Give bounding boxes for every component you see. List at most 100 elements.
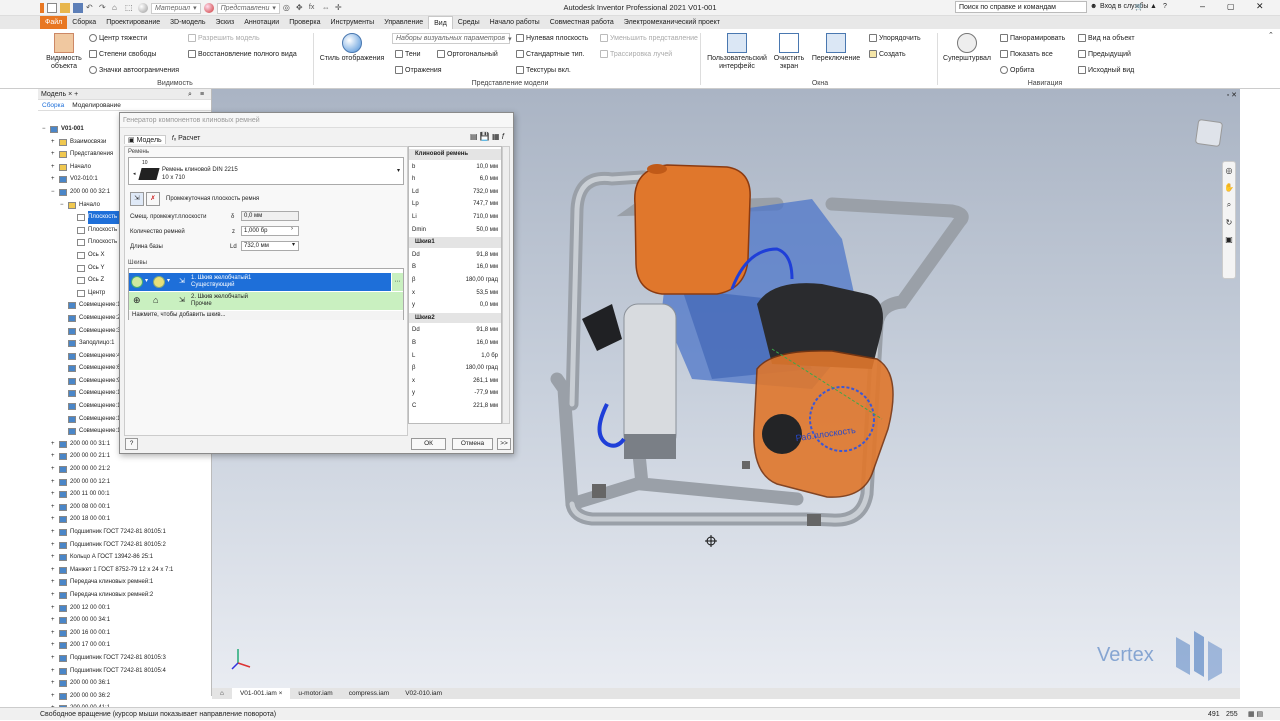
arrange-button[interactable]: Упорядочить — [869, 34, 921, 42]
expand-icon[interactable] — [60, 378, 66, 384]
expand-icon[interactable]: + — [51, 139, 57, 145]
cancel-button[interactable]: Отмена — [452, 438, 493, 450]
new-window-button[interactable]: Создать — [869, 50, 906, 58]
expand-icon[interactable] — [60, 365, 66, 371]
expand-icon[interactable] — [60, 340, 66, 346]
expand-icon[interactable]: + — [51, 630, 57, 636]
expand-icon[interactable]: − — [51, 189, 57, 195]
tree-node[interactable]: + Передача клиновых ремней:2 — [38, 589, 212, 602]
allow-model-button[interactable]: Разрешить модель — [188, 34, 260, 42]
expand-icon[interactable]: + — [51, 605, 57, 611]
shadows-button[interactable]: Тени — [395, 50, 421, 58]
reflections-button[interactable]: Отражения — [395, 66, 442, 74]
expand-icon[interactable]: + — [51, 680, 57, 686]
expand-icon[interactable]: + — [51, 693, 57, 699]
tab-view[interactable]: Вид — [428, 16, 453, 29]
expand-icon[interactable]: + — [51, 542, 57, 548]
cart-icon[interactable]: 🛒 — [1135, 3, 1144, 11]
ground-plane-button[interactable]: Нулевая плоскость — [516, 34, 588, 42]
expand-icon[interactable]: + — [51, 504, 57, 510]
close-icon[interactable]: × — [68, 91, 72, 98]
std-types-button[interactable]: Стандартные тип. — [516, 50, 584, 58]
expand-icon[interactable]: − — [42, 126, 48, 132]
expand-icon[interactable] — [69, 252, 75, 258]
tree-node[interactable]: + Подшипник ГОСТ 7242-81 80105:2 — [38, 539, 212, 552]
tab-sketch[interactable]: Эскиз — [210, 16, 239, 29]
tree-node[interactable]: +200 16 00 00:1 — [38, 627, 212, 640]
home-tab-icon[interactable]: ⌂ — [212, 688, 232, 699]
tree-node[interactable]: +200 00 00 36:1 — [38, 677, 212, 690]
belt-selector[interactable]: 10 ◂ Ремень клиновой DIN 2215 10 x 710 ▾ — [128, 157, 404, 185]
viewport-restore-icon[interactable]: ▫ ✕ — [1227, 91, 1237, 99]
expand-icon[interactable] — [69, 290, 75, 296]
chevron-down-icon[interactable]: ▾ — [292, 241, 295, 248]
tab-tools[interactable]: Инструменты — [326, 16, 380, 29]
expand-icon[interactable]: + — [51, 453, 57, 459]
expand-icon[interactable]: + — [51, 655, 57, 661]
tab-assembly-browser[interactable]: Сборка — [38, 100, 69, 110]
tab-calculation[interactable]: 𝑓ₓ Расчет — [172, 135, 201, 144]
orthographic-button[interactable]: Ортогональный — [437, 50, 498, 58]
expand-icon[interactable]: + — [51, 479, 57, 485]
expand-icon[interactable] — [60, 315, 66, 321]
first-selection-button[interactable]: ⇲ — [130, 192, 144, 206]
menu-icon[interactable]: ≡ — [200, 89, 204, 100]
base-length-field[interactable]: 732,0 мм — [241, 241, 299, 251]
tree-node[interactable]: +200 00 00 21:2 — [38, 463, 212, 476]
tree-node[interactable]: + Подшипник ГОСТ 7242-81 80105:3 — [38, 652, 212, 665]
expand-icon[interactable]: + — [51, 164, 57, 170]
dialog-toolbar-icons[interactable]: ▤ 💾 ▦ 𝑓 — [470, 132, 504, 142]
results-scrollbar[interactable] — [502, 146, 510, 424]
minimize-icon[interactable]: – — [1200, 1, 1205, 11]
steering-wheel-button[interactable]: Суперштурвал — [940, 31, 994, 63]
tree-node[interactable]: + Передача клиновых ремней:1 — [38, 576, 212, 589]
tab-design[interactable]: Проектирование — [101, 16, 165, 29]
close-icon[interactable]: ✕ — [1256, 1, 1264, 12]
expand-icon[interactable]: + — [51, 554, 57, 560]
tab-file[interactable]: Файл — [40, 16, 68, 29]
expand-icon[interactable]: + — [51, 441, 57, 447]
view-cube[interactable] — [1195, 119, 1223, 147]
tab-get-started[interactable]: Начало работы — [485, 16, 545, 29]
expand-icon[interactable] — [69, 214, 75, 220]
tab-environments[interactable]: Среды — [453, 16, 485, 29]
expand-icon[interactable]: + — [51, 176, 57, 182]
tab-modeling-browser[interactable]: Моделирование — [68, 100, 125, 110]
expand-icon[interactable] — [69, 227, 75, 233]
sheave-row-2[interactable]: ⊕ ⌂ ⇲ 2. Шкив желобчатый Прочие — [129, 292, 403, 310]
display-style-button[interactable]: Стиль отображения — [318, 31, 386, 63]
reduce-representation-button[interactable]: Уменьшить представление — [600, 34, 698, 42]
zoom-nav-icon[interactable]: ⌕ — [1223, 200, 1235, 210]
expand-icon[interactable] — [60, 403, 66, 409]
close-icon[interactable]: × — [279, 690, 283, 697]
help-icon[interactable]: ? — [1163, 3, 1167, 10]
midplane-button[interactable]: ✗ — [146, 192, 160, 206]
doc-tab-3[interactable]: compress.iam — [341, 688, 397, 699]
expand-icon[interactable]: + — [51, 592, 57, 598]
expand-icon[interactable]: + — [51, 491, 57, 497]
tree-node[interactable]: +200 00 00 36:2 — [38, 690, 212, 703]
autolimits-button[interactable]: Значки автоограничения — [89, 66, 179, 74]
a360-icon[interactable]: ▲ — [1150, 3, 1157, 10]
expand-icon[interactable] — [60, 353, 66, 359]
tab-3d-model[interactable]: 3D-модель — [165, 16, 210, 29]
add-sheave-row[interactable]: Нажмите, чтобы добавить шкив... — [129, 311, 403, 320]
tree-node[interactable]: +200 00 00 34:1 — [38, 614, 212, 627]
tree-node[interactable]: +200 18 00 00:1 — [38, 513, 212, 526]
sheave-1-more-button[interactable]: ⋯ — [392, 273, 403, 291]
expand-icon[interactable] — [69, 265, 75, 271]
expand-icon[interactable] — [60, 302, 66, 308]
doc-tab-1[interactable]: V01-001.iam × — [231, 688, 291, 699]
search-icon[interactable]: ⌕ — [188, 89, 192, 100]
dof-button[interactable]: Степени свободы — [89, 50, 156, 58]
pan-nav-icon[interactable]: ✋ — [1223, 183, 1235, 192]
object-visibility-button[interactable]: Видимость объекта — [44, 31, 84, 71]
restore-full-view-button[interactable]: Восстановление полного вида — [188, 50, 297, 58]
tree-node[interactable]: +200 11 00 00:1 — [38, 488, 212, 501]
home-view-button[interactable]: Исходный вид — [1078, 66, 1134, 74]
pan-button[interactable]: Панорамировать — [1000, 34, 1065, 42]
tab-inspect[interactable]: Проверка — [284, 16, 325, 29]
previous-view-button[interactable]: Предыдущий — [1078, 50, 1131, 58]
tab-collaborate[interactable]: Совместная работа — [545, 16, 619, 29]
add-tab-icon[interactable]: + — [74, 91, 78, 98]
